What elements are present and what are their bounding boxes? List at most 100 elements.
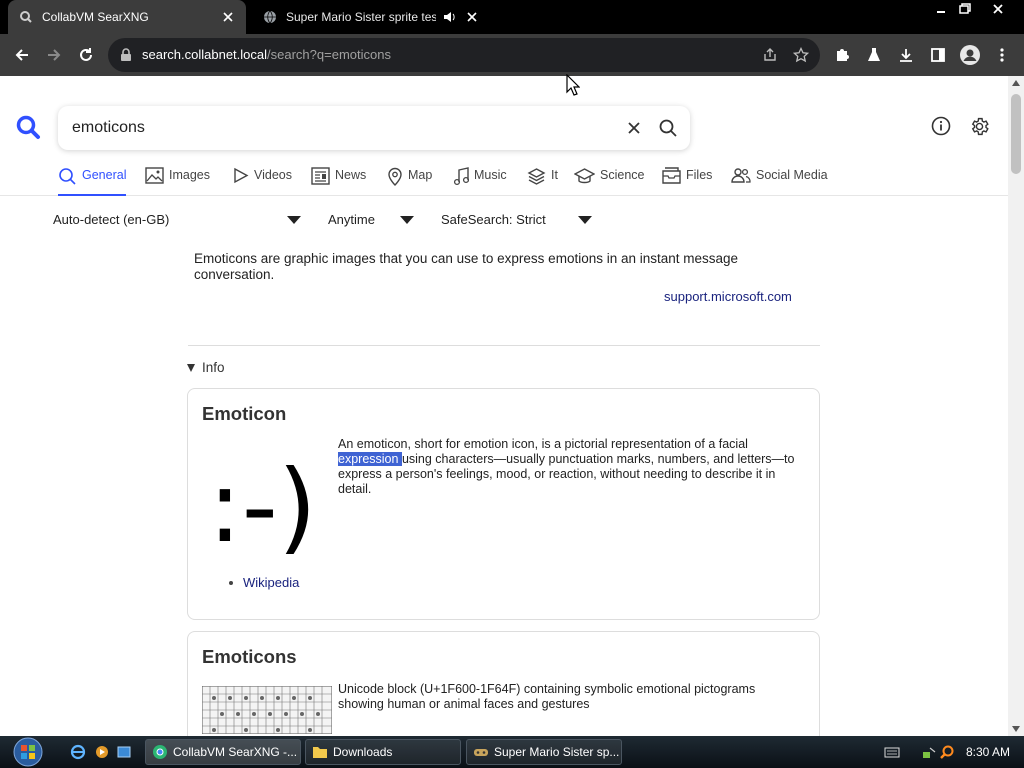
tab-videos[interactable]: Videos: [232, 166, 292, 196]
search-tray-icon[interactable]: [939, 744, 955, 760]
show-desktop-icon[interactable]: [116, 744, 132, 760]
close-icon: [993, 4, 1003, 14]
url-host: search.collabnet.local: [142, 47, 268, 62]
search-box[interactable]: emoticons: [58, 106, 690, 150]
tab-label: Social Media: [756, 168, 828, 182]
answer-source-link[interactable]: support.microsoft.com: [664, 289, 792, 304]
network-icon[interactable]: [921, 744, 937, 760]
searxng-logo-icon[interactable]: [15, 114, 41, 140]
scroll-down-icon[interactable]: [1012, 726, 1020, 732]
tab-super-mario-sister[interactable]: Super Mario Sister sprite test: [252, 0, 490, 34]
desc-part: using characters—usually punctuation mar…: [338, 452, 795, 496]
kebab-menu-icon: [1000, 48, 1004, 62]
tab-label: Map: [408, 168, 433, 182]
lock-icon: [121, 48, 131, 61]
taskbar-clock: 8:30 AM: [966, 745, 1011, 759]
profile-button[interactable]: [956, 41, 984, 69]
reload-icon: [80, 48, 92, 61]
globe-icon: [264, 10, 276, 24]
arrow-left-icon: [15, 49, 28, 61]
graduation-cap-icon: [574, 168, 595, 184]
tab-music[interactable]: Music: [453, 166, 507, 196]
restore-button[interactable]: [950, 0, 980, 18]
tab-it[interactable]: It: [527, 166, 558, 196]
search-input[interactable]: emoticons: [72, 119, 145, 137]
divider: [188, 345, 820, 346]
windows-taskbar: CollabVM SearXNG -... Downloads Super Ma…: [0, 736, 1024, 768]
address-bar[interactable]: search.collabnet.local/search?q=emoticon…: [108, 38, 820, 72]
downloads-button[interactable]: [892, 41, 920, 69]
info-toggle[interactable]: Info: [187, 360, 225, 375]
searxng-results-page: emoticons General Images Videos News Map: [0, 76, 1008, 736]
share-icon[interactable]: [762, 47, 778, 63]
start-button-icon[interactable]: [10, 737, 46, 767]
side-panel-button[interactable]: [924, 41, 952, 69]
speaker-icon[interactable]: [442, 9, 458, 25]
back-button[interactable]: [8, 41, 36, 69]
vertical-scrollbar[interactable]: [1008, 76, 1024, 736]
tab-collabvm-searxng[interactable]: CollabVM SearXNG: [8, 0, 246, 34]
browser-toolbar: search.collabnet.local/search?q=emoticon…: [0, 34, 1024, 76]
labs-button[interactable]: [860, 41, 888, 69]
download-icon: [900, 49, 912, 62]
scrollbar-thumb[interactable]: [1011, 94, 1021, 174]
tab-news[interactable]: News: [311, 166, 366, 196]
tab-science[interactable]: Science: [574, 166, 644, 196]
browser-tab-strip: CollabVM SearXNG Super Mario Sister spri…: [0, 0, 1024, 34]
search-icon[interactable]: [658, 118, 678, 138]
search-icon: [59, 168, 76, 185]
tab-files[interactable]: Files: [662, 166, 712, 196]
gear-icon[interactable]: [969, 116, 990, 137]
close-tab-icon[interactable]: [220, 9, 236, 25]
category-tabs: General Images Videos News Map Music It: [0, 166, 1008, 196]
menu-button[interactable]: [988, 41, 1016, 69]
safesearch-select[interactable]: SafeSearch: Strict: [441, 212, 546, 227]
taskbar-item-chrome[interactable]: CollabVM SearXNG -...: [145, 739, 301, 765]
answer-text: Emoticons are graphic images that you ca…: [194, 251, 739, 282]
chevron-down-icon[interactable]: [400, 216, 414, 224]
internet-explorer-icon[interactable]: [70, 744, 86, 760]
minimize-icon: [937, 11, 945, 13]
selected-text: expression: [338, 452, 402, 466]
url-path: /search?q=emoticons: [267, 47, 391, 62]
taskbar-item-downloads[interactable]: Downloads: [305, 739, 461, 765]
infobox-emoticons: Emoticons Unicode block (U+1F600-1F64F) …: [187, 631, 820, 736]
chevron-down-icon[interactable]: [287, 216, 301, 224]
tab-general[interactable]: General: [58, 166, 127, 196]
wikipedia-link[interactable]: Wikipedia: [229, 575, 299, 590]
forward-button[interactable]: [40, 41, 68, 69]
infobox-title: Emoticons: [202, 646, 297, 667]
tab-label: General: [82, 168, 127, 182]
url-text: search.collabnet.local/search?q=emoticon…: [142, 47, 391, 62]
desc-part: An emoticon, short for emotion icon, is …: [338, 437, 748, 451]
extensions-button[interactable]: [828, 41, 856, 69]
unicode-block-chart-image: [202, 686, 332, 734]
chevron-down-icon[interactable]: [578, 216, 592, 224]
people-icon: [731, 168, 751, 183]
info-circle-icon[interactable]: [931, 116, 951, 136]
tab-images[interactable]: Images: [145, 166, 210, 196]
scroll-up-icon[interactable]: [1012, 80, 1020, 86]
tab-map[interactable]: Map: [387, 166, 432, 196]
media-player-icon[interactable]: [94, 744, 110, 760]
tab-label: Music: [474, 168, 507, 182]
language-select[interactable]: Auto-detect (en-GB): [53, 212, 169, 227]
layers-icon: [527, 168, 546, 185]
keyboard-icon[interactable]: [884, 746, 900, 758]
infobox-emoticon: Emoticon :-) An emoticon, short for emot…: [187, 388, 820, 620]
taskbar-item-mario[interactable]: Super Mario Sister sp...: [466, 739, 622, 765]
infobox-title: Emoticon: [202, 403, 287, 424]
close-window-button[interactable]: [983, 0, 1013, 18]
music-note-icon: [453, 167, 469, 186]
side-panel-icon: [931, 48, 945, 62]
time-range-select[interactable]: Anytime: [328, 212, 375, 227]
taskbar-item-label: CollabVM SearXNG -...: [173, 745, 298, 759]
reload-button[interactable]: [72, 41, 100, 69]
tab-social-media[interactable]: Social Media: [731, 166, 828, 196]
clear-search-icon[interactable]: [626, 120, 642, 136]
emoticon-image-text: :-): [208, 449, 317, 565]
map-pin-icon: [388, 167, 402, 186]
tab-label: Science: [600, 168, 645, 182]
star-bookmark-icon[interactable]: [793, 47, 809, 63]
close-tab-icon[interactable]: [464, 9, 480, 25]
